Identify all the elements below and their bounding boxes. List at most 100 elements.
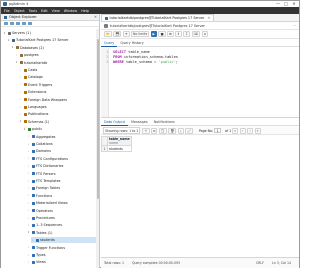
- tree-node[interactable]: › 1..3 Sequences: [27, 222, 98, 228]
- rollback-button[interactable]: ↧: [183, 31, 191, 37]
- tree-node[interactable]: › students: [31, 237, 98, 244]
- page-number-input[interactable]: 1: [214, 128, 221, 133]
- chevron-right-icon[interactable]: ›: [27, 172, 30, 175]
- tree-scrollbar-thumb[interactable]: [96, 39, 99, 199]
- paste-button[interactable]: 📋: [158, 127, 167, 134]
- chevron-right-icon[interactable]: ›: [27, 254, 30, 257]
- chevron-down-icon[interactable]: ▾: [7, 39, 10, 42]
- chevron-down-icon[interactable]: ▾: [3, 32, 6, 35]
- explain-button[interactable]: ⊞: [167, 31, 174, 37]
- graph-button[interactable]: 📈: [185, 127, 194, 134]
- chevron-right-icon[interactable]: ›: [19, 113, 22, 116]
- execute-button[interactable]: ▶: [150, 31, 157, 37]
- psql-tool-icon[interactable]: [28, 22, 32, 25]
- tree-node[interactable]: ▾ Servers (1): [3, 30, 98, 36]
- menu-tools[interactable]: Tools: [29, 9, 37, 13]
- tab-data-output[interactable]: Data Output: [101, 119, 128, 126]
- tab-query-editor[interactable]: tutorialkartdb/postgres@TutorialKart Pos…: [101, 14, 215, 21]
- tree-node[interactable]: › Functions: [27, 193, 98, 199]
- search-objects-icon[interactable]: [22, 22, 26, 25]
- tree-node[interactable]: › Domains: [27, 148, 98, 154]
- table-row[interactable]: 1 students: [101, 145, 132, 152]
- tree-scrollbar[interactable]: [96, 29, 99, 268]
- first-page-button[interactable]: «: [232, 127, 239, 134]
- view-data-icon[interactable]: [10, 22, 14, 25]
- tree-node[interactable]: › Materialized Views: [27, 200, 98, 206]
- chevron-down-icon[interactable]: ▾: [19, 120, 22, 123]
- tree-node[interactable]: ▾ public: [23, 126, 98, 132]
- tree-node[interactable]: › Event Triggers: [19, 82, 98, 88]
- clear-button[interactable]: ⌫: [191, 31, 201, 37]
- chevron-right-icon[interactable]: ›: [27, 209, 30, 212]
- tree-node[interactable]: › Collations: [27, 141, 98, 147]
- commit-button[interactable]: ↥: [175, 31, 182, 37]
- next-page-button[interactable]: ›: [247, 127, 254, 134]
- copy-button[interactable]: ⧉: [151, 127, 158, 134]
- tree-node[interactable]: › Extensions: [19, 89, 98, 95]
- chevron-right-icon[interactable]: ›: [19, 83, 22, 86]
- table-cell[interactable]: students: [107, 145, 132, 152]
- menu-edit[interactable]: Edit: [41, 9, 48, 13]
- chevron-right-icon[interactable]: ›: [27, 150, 30, 153]
- tree-node[interactable]: › Catalogs: [19, 74, 98, 80]
- tab-messages[interactable]: Messages: [128, 119, 151, 126]
- chevron-down-icon[interactable]: ▾: [27, 231, 30, 234]
- chevron-right-icon[interactable]: ›: [19, 76, 22, 79]
- tree-node[interactable]: › Procedures: [27, 215, 98, 221]
- tree-node[interactable]: › Casts: [19, 67, 98, 73]
- tree-node[interactable]: › Types: [27, 252, 98, 258]
- menu-window[interactable]: Window: [64, 9, 77, 13]
- chevron-down-icon[interactable]: ▾: [15, 61, 18, 64]
- chevron-right-icon[interactable]: ›: [27, 187, 30, 190]
- tree-node[interactable]: › Foreign Tables: [27, 185, 98, 191]
- close-panel-icon[interactable]: ✕: [94, 15, 97, 19]
- tree-node[interactable]: ▾ Tables (1): [27, 230, 98, 236]
- tree-node[interactable]: › FTS Dictionaries: [27, 163, 98, 169]
- tree-node[interactable]: › Languages: [19, 104, 98, 110]
- chevron-right-icon[interactable]: ›: [27, 246, 30, 249]
- column-header[interactable]: table_name name: [107, 136, 132, 146]
- download-button[interactable]: ⤓: [177, 127, 184, 134]
- tree-node[interactable]: ▾ Schemas (1): [19, 119, 98, 125]
- connection-selector[interactable]: tutorialkartdb/postgres@TutorialKart Pos…: [110, 24, 205, 28]
- menu-help[interactable]: Help: [81, 9, 89, 13]
- tree-node[interactable]: › postgres: [15, 52, 98, 58]
- menu-file[interactable]: File: [4, 9, 10, 13]
- chevron-right-icon[interactable]: ›: [27, 165, 30, 168]
- chevron-right-icon[interactable]: ›: [19, 106, 22, 109]
- filter-rows-icon[interactable]: [16, 22, 20, 25]
- chevron-right-icon[interactable]: ›: [19, 69, 22, 72]
- tree-node[interactable]: ▾ Databases (2): [11, 45, 98, 51]
- add-row-button[interactable]: ＋: [142, 127, 150, 134]
- tree-node[interactable]: › Trigger Functions: [27, 245, 98, 251]
- last-page-button[interactable]: »: [254, 127, 261, 134]
- chevron-right-icon[interactable]: ›: [31, 239, 34, 242]
- tree-node[interactable]: › Views: [27, 259, 98, 265]
- tree-node[interactable]: › Foreign Data Wrappers: [19, 97, 98, 103]
- tree-node[interactable]: ▾ tutorialkartdb: [15, 60, 98, 66]
- rows-info-dropdown[interactable]: Showing rows: 1 to 1: [103, 127, 141, 134]
- chevron-right-icon[interactable]: ›: [27, 224, 30, 227]
- chevron-right-icon[interactable]: ›: [27, 157, 30, 160]
- chevron-right-icon[interactable]: ›: [19, 91, 22, 94]
- delete-button[interactable]: 🗑: [168, 127, 177, 134]
- chevron-right-icon[interactable]: ›: [27, 202, 30, 205]
- close-tab-icon[interactable]: ✕: [207, 16, 210, 20]
- macros-button[interactable]: ≡: [201, 31, 209, 37]
- more-options-icon[interactable]: ⋯: [292, 24, 296, 28]
- tree-node[interactable]: › FTS Parsers: [27, 171, 98, 177]
- filter-button[interactable]: ⏷: [122, 31, 130, 37]
- tree-node[interactable]: › FTS Configurations: [27, 156, 98, 162]
- menu-object[interactable]: Object: [14, 9, 25, 13]
- chevron-down-icon[interactable]: ▾: [11, 46, 14, 49]
- tree-node[interactable]: › Publications: [19, 111, 98, 117]
- chevron-right-icon[interactable]: ›: [27, 261, 30, 264]
- tab-notifications[interactable]: Notifications: [151, 119, 178, 126]
- chevron-down-icon[interactable]: ▾: [23, 128, 26, 131]
- query-tool-icon[interactable]: [4, 22, 8, 25]
- tree-node[interactable]: › FTS Templates: [27, 178, 98, 184]
- tree-node[interactable]: ▾ TutorialKart Postgres 17 Server: [7, 37, 98, 43]
- chevron-right-icon[interactable]: ›: [27, 135, 30, 138]
- chevron-right-icon[interactable]: ›: [19, 98, 22, 101]
- chevron-right-icon[interactable]: ›: [15, 54, 18, 57]
